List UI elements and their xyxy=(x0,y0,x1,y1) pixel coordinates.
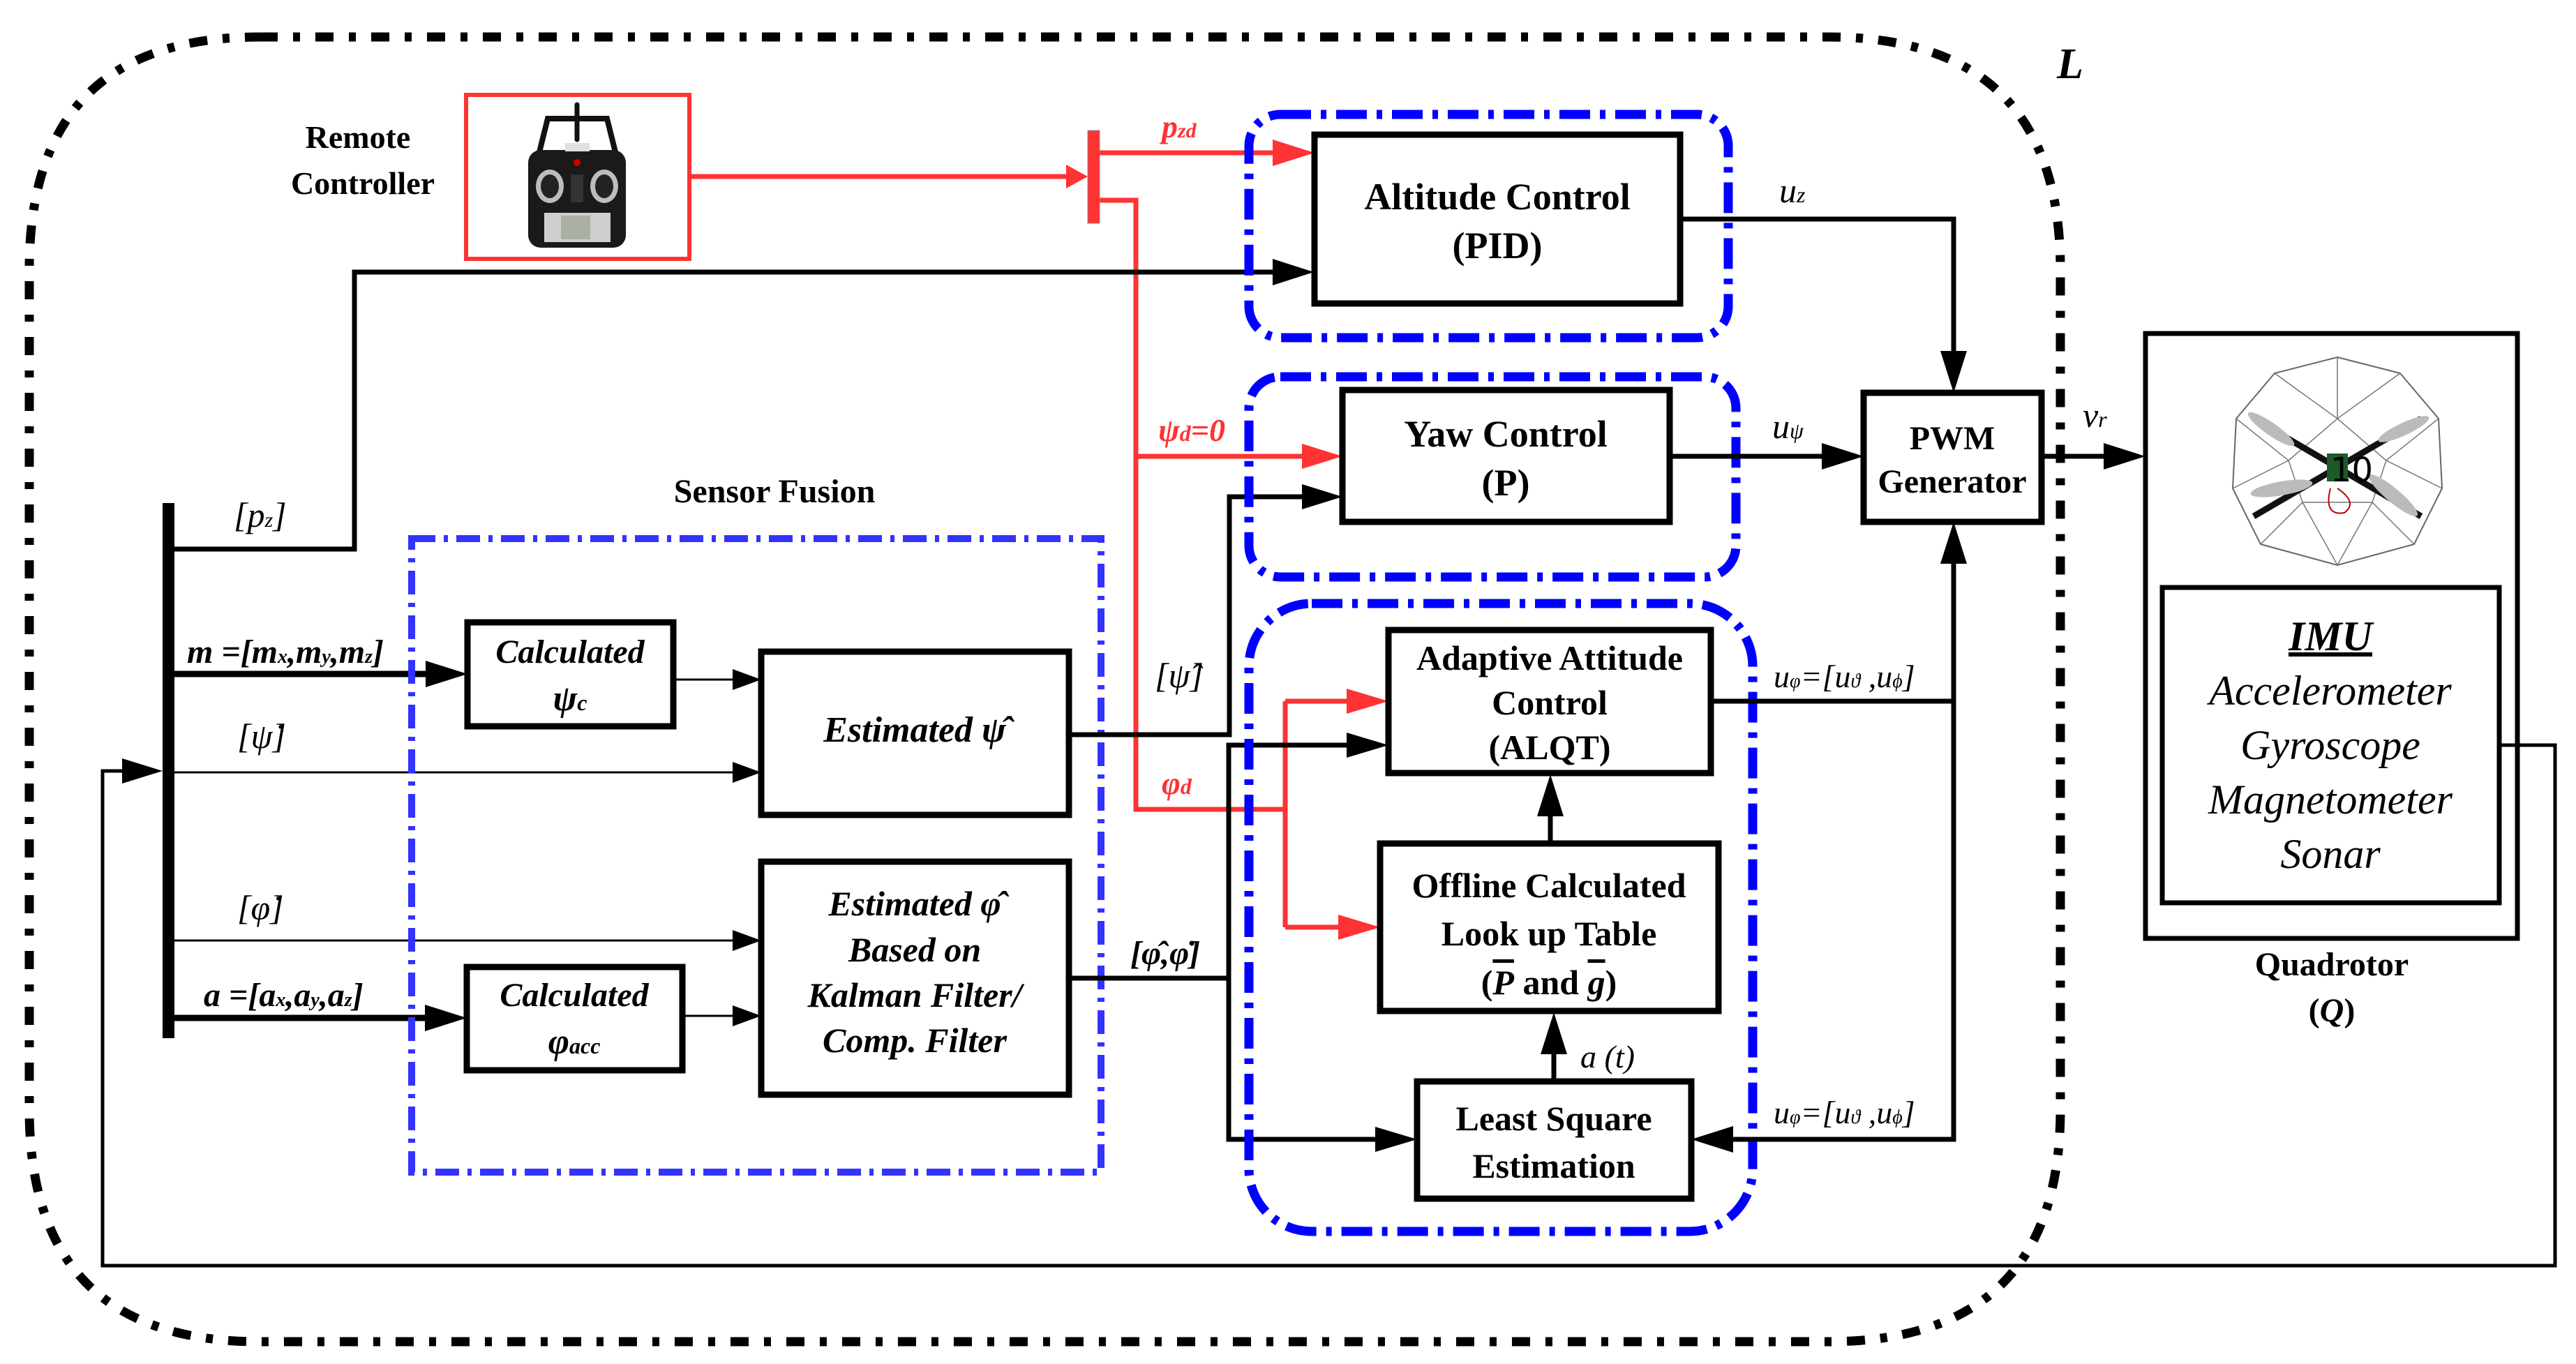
svg-text:Estimated φ̂: Estimated φ̂ xyxy=(828,884,1009,923)
svg-text:Altitude Control: Altitude Control xyxy=(1364,176,1631,218)
svg-text:Generator: Generator xyxy=(1878,463,2026,500)
phi-hat-to-ls-arrowhead xyxy=(1375,1127,1417,1152)
psi-dot-label: [ψ̇] xyxy=(237,717,286,756)
phi-hat-to-ls-line xyxy=(1226,978,1400,1142)
vr-label: vr xyxy=(2083,396,2107,435)
uphi-bottom-label: uφ=[uϑ ,uϕ] xyxy=(1774,1095,1915,1130)
m-arrowhead xyxy=(426,661,467,687)
svg-text:(P and g): (P and g) xyxy=(1481,963,1617,1002)
upsi-arrowhead xyxy=(1822,443,1864,470)
psi-hat-arrowhead xyxy=(1302,484,1342,509)
imu-sensor-magnetometer: Magnetometer xyxy=(2208,777,2453,823)
reference-distribution-line xyxy=(1100,197,1285,812)
imu-title: IMU xyxy=(2288,613,2374,659)
psi-c-arrowhead xyxy=(733,669,761,690)
psi-d-arrowhead xyxy=(1302,444,1342,469)
psi-d-label: ψd=0 xyxy=(1158,412,1225,448)
quadrotor-symbol: (Q) xyxy=(2309,992,2356,1029)
uz-arrowhead xyxy=(1940,351,1967,393)
svg-text:PWM: PWM xyxy=(1910,420,1995,457)
phi-d-label: φd xyxy=(1162,765,1192,801)
svg-text:Based on: Based on xyxy=(848,930,981,969)
imu-sensor-gyroscope: Gyroscope xyxy=(2240,722,2420,768)
remote-controller-label: Remote Controller xyxy=(291,119,435,201)
imu-sensor-accelerometer: Accelerometer xyxy=(2206,668,2452,714)
uphi-feedback-arrowhead xyxy=(1691,1126,1733,1153)
control-block-diagram: L Remote Controller pzd ψd=0 φd [pz] m =… xyxy=(24,32,2557,1347)
sensor-bus xyxy=(163,503,174,1038)
a-t-label: a (t) xyxy=(1580,1039,1635,1074)
quadrotor-label: Quadrotor xyxy=(2255,946,2409,983)
svg-text:Kalman Filter/: Kalman Filter/ xyxy=(807,975,1024,1014)
phi-d-to-lookup-arrowhead xyxy=(1338,915,1380,940)
uphi-arrowhead xyxy=(1940,522,1967,564)
svg-text:Estimation: Estimation xyxy=(1472,1146,1635,1185)
phi-acc-arrowhead xyxy=(733,1005,761,1026)
rc-signal-arrowhead xyxy=(1066,165,1088,188)
svg-text:Calculated: Calculated xyxy=(500,977,649,1014)
imu-feedback-arrowhead xyxy=(122,758,163,784)
pzd-label: pzd xyxy=(1159,109,1197,144)
svg-text:Comp. Filter: Comp. Filter xyxy=(823,1021,1007,1060)
phi-dot-arrowhead xyxy=(733,930,761,951)
pz-arrowhead xyxy=(1273,259,1314,285)
pz-label: [pz] xyxy=(234,495,287,534)
pzd-arrowhead xyxy=(1273,140,1315,166)
lookup-to-adaptive-arrowhead xyxy=(1537,774,1564,816)
uz-line xyxy=(1680,216,1956,375)
imu-sensor-sonar: Sonar xyxy=(2280,831,2381,877)
svg-text:Least Square: Least Square xyxy=(1455,1099,1652,1138)
psi-hat-label: [ψ̂] xyxy=(1155,656,1204,695)
svg-text:(P): (P) xyxy=(1482,462,1530,504)
svg-text:Look up Table: Look up Table xyxy=(1441,914,1657,953)
psi-dot-arrowhead xyxy=(733,762,761,783)
uz-label: uz xyxy=(1779,171,1806,210)
ls-to-lookup-arrowhead xyxy=(1541,1012,1567,1054)
sensor-fusion-title: Sensor Fusion xyxy=(674,473,876,510)
svg-text:Remote: Remote xyxy=(306,119,411,155)
a-arrowhead xyxy=(425,1005,467,1031)
svg-text:10: 10 xyxy=(2330,451,2373,490)
phi-dot-label: [φ̇] xyxy=(237,888,284,927)
svg-text:Yaw Control: Yaw Control xyxy=(1404,413,1608,455)
vr-arrowhead xyxy=(2104,443,2146,470)
svg-text:Calculated: Calculated xyxy=(495,634,645,670)
svg-text:(ALQT): (ALQT) xyxy=(1489,728,1611,767)
svg-text:(PID): (PID) xyxy=(1453,225,1543,267)
phi-hat-label: [φ̂,φ̇] xyxy=(1130,935,1200,972)
altitude-control-block[interactable] xyxy=(1311,131,1684,307)
phi-hat-line xyxy=(1069,742,1372,981)
m-label: m =[mx,my,mz] xyxy=(187,634,384,670)
rc-signal-splitter xyxy=(1087,130,1100,224)
phi-hat-to-adaptive-arrowhead xyxy=(1347,733,1388,758)
phi-d-to-adaptive-arrowhead xyxy=(1347,689,1388,714)
svg-text:Control: Control xyxy=(1492,683,1608,722)
upsi-label: uψ xyxy=(1772,407,1804,446)
uphi-feedback-line xyxy=(1708,701,1956,1142)
pwm-generator-block[interactable] xyxy=(1860,389,2045,525)
svg-text:Adaptive Attitude: Adaptive Attitude xyxy=(1416,638,1683,677)
a-label: a =[ax,ay,az] xyxy=(204,977,364,1014)
svg-text:Offline Calculated: Offline Calculated xyxy=(1411,866,1686,905)
svg-text:Controller: Controller xyxy=(291,165,435,201)
loop-label: L xyxy=(2056,40,2083,88)
svg-text:Estimated ψ̂: Estimated ψ̂ xyxy=(823,710,1014,750)
uphi-top-label: uφ=[uϑ ,uϕ] xyxy=(1774,659,1915,694)
